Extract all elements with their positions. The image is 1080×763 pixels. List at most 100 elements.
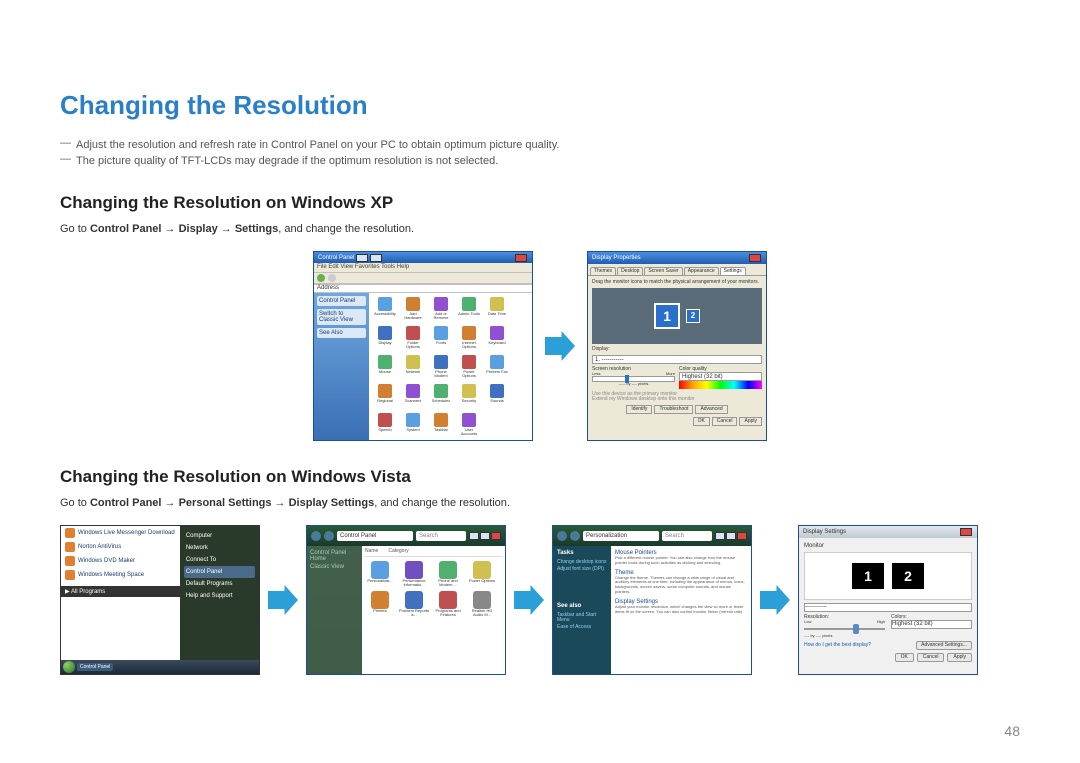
vista-ds-monitor-preview[interactable]: 1 2: [804, 552, 972, 600]
cp-icon[interactable]: Keyboard: [485, 326, 509, 349]
cp-icon[interactable]: Phone Modem: [429, 355, 453, 378]
sidebar-classic-view[interactable]: Classic View: [310, 563, 359, 571]
minimize-button[interactable]: [356, 254, 368, 262]
tab-desktop[interactable]: Desktop: [617, 267, 643, 275]
cp-icon[interactable]: Power Options: [457, 355, 481, 378]
monitor-2[interactable]: 2: [892, 563, 924, 589]
close-button[interactable]: [737, 532, 747, 540]
close-button[interactable]: [491, 532, 501, 540]
back-icon[interactable]: [311, 531, 321, 541]
forward-icon[interactable]: [324, 531, 334, 541]
maximize-button[interactable]: [370, 254, 382, 262]
apply-button[interactable]: Apply: [947, 653, 972, 662]
link-taskbar[interactable]: Taskbar and Start Menu: [557, 612, 607, 624]
minimize-button[interactable]: [469, 532, 479, 540]
cp-icon[interactable]: Security: [457, 384, 481, 407]
sidebar-cp-home[interactable]: Control Panel Home: [310, 549, 359, 563]
cp-icon[interactable]: Add or Remove: [429, 297, 453, 320]
cp-icon[interactable]: Personalizat...: [365, 561, 395, 587]
tab-themes[interactable]: Themes: [590, 267, 616, 275]
cp-icon[interactable]: Phone and Modem ...: [433, 561, 463, 587]
cp-icon[interactable]: Fonts: [429, 326, 453, 349]
cp-icon[interactable]: Add Hardware: [401, 297, 425, 320]
cp-icon[interactable]: Taskbar: [429, 413, 453, 436]
tab-screen-saver[interactable]: Screen Saver: [644, 267, 682, 275]
tab-appearance[interactable]: Appearance: [684, 267, 719, 275]
section-mouse[interactable]: Mouse Pointers Pick a different mouse po…: [615, 550, 747, 566]
cp-icon[interactable]: Performance Informatio...: [399, 561, 429, 587]
vista-ds-display-dropdown[interactable]: -----------: [804, 603, 972, 612]
sidebar-switch-view[interactable]: Switch to Classic View: [317, 309, 366, 325]
cp-icon[interactable]: Network: [401, 355, 425, 378]
xp-cp-toolbar[interactable]: [314, 273, 532, 284]
taskbar-button-cp[interactable]: Control Panel: [77, 663, 113, 671]
cancel-button[interactable]: Cancel: [712, 417, 738, 426]
back-icon[interactable]: [557, 531, 567, 541]
cp-icon[interactable]: Mouse: [373, 355, 397, 378]
cp-icon[interactable]: Printers Fax: [485, 355, 509, 378]
col-category[interactable]: Category: [388, 549, 408, 554]
cp-icon[interactable]: Folder Options: [401, 326, 425, 349]
cp-icon[interactable]: Printers: [365, 591, 395, 617]
help-link[interactable]: How do I get the best display?: [804, 643, 871, 648]
resolution-slider[interactable]: [592, 376, 675, 382]
close-button[interactable]: [749, 254, 761, 262]
cp-icon[interactable]: Programs and Features: [433, 591, 463, 617]
advanced-settings-button[interactable]: Advanced Settings...: [916, 641, 972, 650]
section-theme[interactable]: Theme Change the theme. Themes can chang…: [615, 570, 747, 595]
start-right-item[interactable]: Help and Support: [184, 590, 255, 602]
cp-icon[interactable]: Realtek HD Audio M...: [467, 591, 497, 617]
start-menu-item[interactable]: Windows Meeting Space: [61, 568, 180, 582]
xp-cp-addressbar[interactable]: Address: [314, 284, 532, 293]
forward-icon[interactable]: [570, 531, 580, 541]
advanced-button[interactable]: Advanced: [695, 405, 727, 414]
xp-dp-monitor-preview[interactable]: 1 2: [592, 288, 762, 344]
colors-dropdown[interactable]: Highest (32 bit): [891, 620, 972, 629]
minimize-button[interactable]: [715, 532, 725, 540]
cp-icon[interactable]: Scheduled: [429, 384, 453, 407]
start-menu-item[interactable]: Windows Live Messenger Download: [61, 526, 180, 540]
cb-extend[interactable]: Extend my Windows desktop onto this moni…: [592, 397, 762, 402]
all-programs[interactable]: ▶ All Programs: [61, 586, 180, 597]
monitor-1[interactable]: 1: [852, 563, 884, 589]
cp-icon[interactable]: Power Options: [467, 561, 497, 587]
start-right-item[interactable]: Computer: [184, 530, 255, 542]
cp-icon[interactable]: Regional: [373, 384, 397, 407]
xp-dp-display-dropdown[interactable]: 1. -----------: [592, 355, 762, 364]
cp-icon[interactable]: Problem Reports a...: [399, 591, 429, 617]
maximize-button[interactable]: [726, 532, 736, 540]
color-quality-dropdown[interactable]: Highest (32 bit): [679, 372, 762, 381]
section-display[interactable]: Display Settings Adjust your monitor res…: [615, 599, 747, 615]
maximize-button[interactable]: [480, 532, 490, 540]
tab-settings[interactable]: Settings: [720, 267, 746, 275]
start-menu-item[interactable]: Windows DVD Maker: [61, 554, 180, 568]
cp-icon[interactable]: Display: [373, 326, 397, 349]
cp-icon[interactable]: Scanners: [401, 384, 425, 407]
resolution-slider[interactable]: [804, 624, 885, 634]
start-right-item[interactable]: Connect To: [184, 554, 255, 566]
cp-icon[interactable]: Internet Options: [457, 326, 481, 349]
forward-icon[interactable]: [328, 274, 336, 282]
xp-cp-menubar[interactable]: File Edit View Favorites Tools Help: [314, 263, 532, 272]
back-icon[interactable]: [317, 274, 325, 282]
cp-icon[interactable]: User Accounts: [457, 413, 481, 436]
vista-ds-tab[interactable]: Monitor: [804, 543, 972, 549]
link-desktop-icons[interactable]: Change desktop icons: [557, 559, 607, 566]
cp-icon[interactable]: Accessibility: [373, 297, 397, 320]
start-menu-item[interactable]: Norton AntiVirus: [61, 540, 180, 554]
link-ease[interactable]: Ease of Access: [557, 624, 607, 631]
cancel-button[interactable]: Cancel: [917, 653, 945, 662]
apply-button[interactable]: Apply: [739, 417, 762, 426]
cp-icon[interactable]: System: [401, 413, 425, 436]
start-orb-icon[interactable]: [63, 661, 75, 673]
troubleshoot-button[interactable]: Troubleshoot: [654, 405, 693, 414]
close-button[interactable]: [515, 254, 527, 262]
cp-icon[interactable]: Speech: [373, 413, 397, 436]
close-button[interactable]: [960, 528, 972, 536]
vista-cp-search[interactable]: Search: [416, 531, 466, 541]
vista-pers-addressbar[interactable]: Personalization: [583, 531, 659, 541]
start-right-item[interactable]: Network: [184, 542, 255, 554]
link-font-size[interactable]: Adjust font size (DPI): [557, 566, 607, 573]
cp-icon[interactable]: Date Time: [485, 297, 509, 320]
col-name[interactable]: Name: [365, 549, 378, 554]
